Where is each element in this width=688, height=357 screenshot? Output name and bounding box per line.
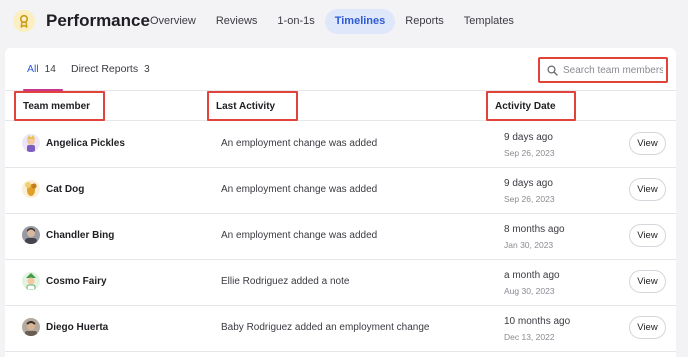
view-button[interactable]: View	[629, 178, 666, 201]
activity-date-absolute: Aug 30, 2023	[504, 286, 555, 296]
avatar	[22, 272, 40, 290]
table-row[interactable]: Chandler Bing An employment change was a…	[5, 214, 676, 260]
view-button[interactable]: View	[629, 316, 666, 339]
avatar	[22, 226, 40, 244]
view-button[interactable]: View	[629, 224, 666, 247]
view-button[interactable]: View	[629, 132, 666, 155]
activity-date-relative: 9 days ago	[504, 132, 553, 143]
search-box[interactable]	[538, 57, 668, 83]
member-name[interactable]: Angelica Pickles	[46, 138, 125, 149]
last-activity: Baby Rodriguez added an employment chang…	[221, 322, 430, 333]
column-header-team-member[interactable]: Team member	[14, 91, 105, 121]
nav-overview[interactable]: Overview	[140, 9, 206, 34]
nav-reports[interactable]: Reports	[395, 9, 454, 34]
last-activity: An employment change was added	[221, 230, 378, 241]
nav-timelines[interactable]: Timelines	[324, 9, 396, 34]
activity-date-absolute: Jan 30, 2023	[504, 240, 554, 250]
member-name[interactable]: Cat Dog	[46, 184, 84, 195]
activity-date-relative: 8 months ago	[504, 224, 565, 235]
filter-bar: All 14 Direct Reports 3	[5, 48, 676, 91]
filter-tab-label: Direct Reports	[71, 63, 139, 75]
activity-date-relative: a month ago	[504, 270, 560, 281]
member-name[interactable]: Cosmo Fairy	[46, 276, 107, 287]
table-row[interactable]: Diego Huerta Baby Rodriguez added an emp…	[5, 306, 676, 352]
filter-tab-count: 3	[144, 63, 150, 75]
activity-date-absolute: Sep 26, 2023	[504, 194, 555, 204]
timelines-card: All 14 Direct Reports 3 Team member Last…	[5, 48, 676, 357]
member-name[interactable]: Chandler Bing	[46, 230, 114, 241]
nav-one-on-ones[interactable]: 1-on-1s	[267, 9, 324, 34]
activity-date-relative: 9 days ago	[504, 178, 553, 189]
nav-templates[interactable]: Templates	[454, 9, 524, 34]
column-header-activity-date[interactable]: Activity Date	[486, 91, 576, 121]
award-ribbon-icon	[13, 10, 35, 32]
avatar	[22, 318, 40, 336]
top-bar: Performance Overview Reviews 1-on-1s Tim…	[0, 0, 688, 44]
avatar	[22, 134, 40, 152]
avatar	[22, 180, 40, 198]
search-input[interactable]	[563, 64, 663, 76]
member-name[interactable]: Diego Huerta	[46, 322, 108, 333]
activity-date-absolute: Sep 26, 2023	[504, 148, 555, 158]
nav-reviews[interactable]: Reviews	[206, 9, 268, 34]
filter-tab-direct-reports[interactable]: Direct Reports 3	[71, 61, 150, 77]
column-header-last-activity[interactable]: Last Activity	[207, 91, 298, 121]
activity-date-absolute: Dec 13, 2022	[504, 332, 555, 342]
main-nav: Overview Reviews 1-on-1s Timelines Repor…	[140, 9, 524, 34]
last-activity: Ellie Rodriguez added a note	[221, 276, 350, 287]
filter-tab-count: 14	[44, 63, 56, 75]
table-row[interactable]: Cosmo Fairy Ellie Rodriguez added a note…	[5, 260, 676, 306]
search-icon	[547, 64, 558, 76]
filter-tab-all[interactable]: All 14	[27, 61, 56, 77]
view-button[interactable]: View	[629, 270, 666, 293]
filter-tab-label: All	[27, 63, 39, 75]
last-activity: An employment change was added	[221, 184, 378, 195]
last-activity: An employment change was added	[221, 138, 378, 149]
table-row[interactable]: Cat Dog An employment change was added 9…	[5, 168, 676, 214]
table-header: Team member Last Activity Activity Date	[5, 91, 676, 121]
table-row[interactable]: Angelica Pickles An employment change wa…	[5, 122, 676, 168]
page-title: Performance	[46, 11, 150, 30]
activity-date-relative: 10 months ago	[504, 316, 571, 327]
